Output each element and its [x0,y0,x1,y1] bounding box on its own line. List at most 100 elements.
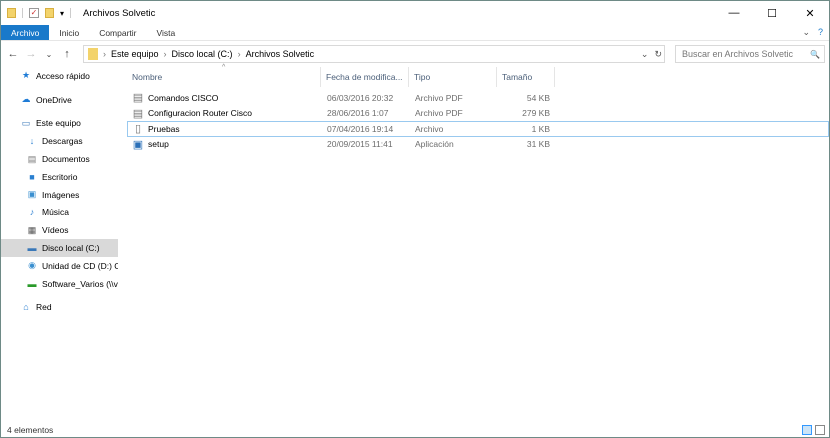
sidebar-item-disco-local-c[interactable]: ▬ Disco local (C:) [1,239,118,257]
download-icon: ↓ [29,136,35,147]
cd-drive-icon: ◉ [28,260,36,271]
sort-ascending-icon: ^ [222,64,226,71]
file-name: Comandos CISCO [148,92,219,103]
network-icon: ⌂ [23,302,29,313]
column-header-tamano[interactable]: Tamaño [497,67,555,87]
file-name: Configuracion Router Cisco [148,108,252,119]
sidebar-item-im-genes[interactable]: ▣ Imágenes [1,186,118,204]
column-header-fecha[interactable]: Fecha de modifica... [321,67,409,87]
file-size: 31 KB [526,139,550,150]
details-view-button[interactable] [802,425,812,435]
file-name: setup [148,139,169,150]
breadcrumb-archivos-solvetic[interactable]: Archivos Solvetic [246,49,315,59]
new-folder-icon[interactable] [45,8,54,18]
sidebar-item-red[interactable]: ⌂ Red [1,299,118,317]
title-bar: ✓ ▾ Archivos Solvetic — ☐ ✕ [1,1,829,25]
file-icon: ▯ [134,123,142,136]
view-switcher [802,425,825,435]
forward-button[interactable]: → [25,48,37,60]
file-date: 06/03/2016 20:32 [327,92,394,103]
sidebar-item-label: Imágenes [42,189,80,200]
minimize-button[interactable]: — [715,1,753,25]
cloud-icon: ☁ [21,94,31,105]
large-icons-view-button[interactable] [815,425,825,435]
file-size: 1 KB [531,123,550,134]
sidebar-item-descargas[interactable]: ↓ Descargas [1,132,118,150]
sidebar-item-label: Red [36,302,52,313]
sidebar-item-label: Música [42,207,69,218]
documents-icon: ▤ [27,153,37,164]
properties-icon[interactable]: ✓ [29,8,39,18]
file-date: 28/06/2016 1:07 [327,108,389,119]
file-date: 20/09/2015 11:41 [327,139,393,150]
file-list: ^ Nombre Fecha de modifica... Tipo Tamañ… [127,64,829,153]
tab-compartir[interactable]: Compartir [89,25,146,40]
expand-ribbon-icon[interactable]: ⌄ [802,27,810,38]
ribbon: Archivo Inicio Compartir Vista ⌄ ? [1,25,829,41]
desktop-icon: ■ [29,171,35,182]
file-row[interactable]: ▤ Comandos CISCO 06/03/2016 20:32 Archivo P… [127,90,829,106]
chevron-right-icon[interactable]: › [164,49,167,59]
folder-icon [88,48,98,60]
application-icon: ▣ [132,138,144,151]
divider [70,8,72,18]
file-type: Archivo PDF [415,92,463,103]
sidebar-item-unidad-de-cd-d-c[interactable]: ◉ Unidad de CD (D:) C [1,257,118,275]
sidebar-item-acceso-r-pido[interactable]: ★ Acceso rápido [1,67,118,85]
breadcrumb-este-equipo[interactable]: Este equipo [111,49,159,59]
address-dropdown-icon[interactable]: ⌄ [641,49,649,60]
up-button[interactable]: ↑ [61,48,73,60]
videos-icon: ▦ [27,224,37,235]
refresh-icon[interactable]: ↻ [654,49,662,60]
sidebar-item-escritorio[interactable]: ■ Escritorio [1,168,118,186]
file-type: Archivo [415,123,444,134]
tab-vista[interactable]: Vista [147,25,186,40]
navigation-pane: ★ Acceso rápido ☁ OneDrive ▭ Este equipo ↓ Desc… [1,67,118,421]
address-bar[interactable]: › Este equipo › Disco local (C:) › Archi… [83,45,665,63]
search-input[interactable]: Buscar en Archivos Solvetic 🔍 [675,45,825,63]
file-name: Pruebas [148,123,180,134]
back-button[interactable]: ← [7,48,19,60]
sidebar-item-m-sica[interactable]: ♪ Música [1,204,118,222]
file-row[interactable]: ▤ Configuracion Router Cisco 28/06/2016 1:… [127,106,829,122]
sidebar-item-documentos[interactable]: ▤ Documentos [1,150,118,168]
sidebar-item-label: Descargas [42,136,83,147]
divider [22,8,23,18]
folder-icon [7,8,16,18]
tab-archivo[interactable]: Archivo [1,25,50,40]
help-icon[interactable]: ? [818,27,823,38]
sidebar-item-este-equipo[interactable]: ▭ Este equipo [1,115,118,133]
sidebar-item-label: Escritorio [42,171,78,182]
pdf-file-icon: ▤ [132,92,144,105]
sidebar-item-label: Disco local (C:) [42,243,100,254]
search-placeholder: Buscar en Archivos Solvetic [682,49,794,59]
sidebar-item-label: Este equipo [36,118,81,129]
network-drive-icon: ▬ [27,278,37,289]
recent-locations-button[interactable]: ⌄ [43,50,55,59]
column-header-tipo[interactable]: Tipo [409,67,497,87]
music-icon: ♪ [29,207,35,218]
sidebar-item-software-varios-v[interactable]: ▬ Software_Varios (\\v [1,275,118,293]
status-bar-item-count: 4 elementos [7,425,54,435]
chevron-right-icon[interactable]: › [103,49,106,59]
drive-icon: ▬ [27,243,37,254]
pdf-file-icon: ▤ [132,107,144,120]
customize-toolbar-icon[interactable]: ▾ [60,9,64,18]
file-row[interactable]: ▯ Pruebas 07/04/2016 19:14 Archivo 1 KB [127,121,829,137]
sidebar-item-label: Vídeos [42,225,69,236]
file-size: 54 KB [526,92,550,103]
sidebar-item-label: Unidad de CD (D:) C [42,260,118,271]
navigation-bar: ← → ⌄ ↑ › Este equipo › Disco local (C:)… [1,41,829,67]
tab-inicio[interactable]: Inicio [49,25,89,40]
sidebar-item-label: OneDrive [36,94,72,105]
chevron-right-icon[interactable]: › [238,49,241,59]
sidebar-item-label: Documentos [42,154,90,165]
sidebar-item-onedrive[interactable]: ☁ OneDrive [1,91,118,109]
file-row[interactable]: ▣ setup 20/09/2015 11:41 Aplicación 31 KB [127,137,829,153]
breadcrumb-disco-local[interactable]: Disco local (C:) [172,49,233,59]
file-type: Archivo PDF [415,108,463,119]
close-button[interactable]: ✕ [791,1,829,25]
file-type: Aplicación [415,139,454,150]
maximize-button[interactable]: ☐ [753,1,791,25]
sidebar-item-v-deos[interactable]: ▦ Vídeos [1,221,118,239]
